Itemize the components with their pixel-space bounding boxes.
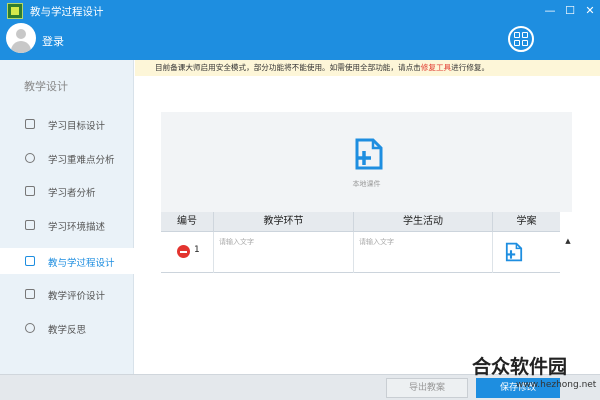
scroll-up-arrow-icon[interactable]: ▲ [563,236,573,246]
sidebar-item-reflection[interactable]: 教学反思 [0,315,134,341]
home-icon [25,220,35,230]
notice-text-end: 进行修复。 [451,63,490,72]
app-header: 登录 [0,22,600,60]
table-header: 编号 教学环节 学生活动 学案 [161,212,560,232]
sidebar-item-teaching-process[interactable]: 教与学过程设计 [0,248,134,274]
apps-grid-icon[interactable] [508,26,534,52]
sidebar-item-learner-analysis[interactable]: 学习者分析 [0,178,134,204]
table-row: 1 请输入文字 请输入文字 [161,232,560,273]
sidebar-item-evaluation[interactable]: 教学评价设计 [0,281,134,307]
star-icon [25,153,35,163]
local-courseware-upload[interactable]: 本地课件 [161,112,572,212]
col-number: 编号 [161,212,214,232]
sidebar-item-label: 教学评价设计 [48,291,106,302]
sidebar-item-label: 学习者分析 [48,188,96,199]
minimize-button[interactable]: — [540,2,560,20]
login-link[interactable]: 登录 [42,33,64,49]
sidebar-item-learning-goals[interactable]: 学习目标设计 [0,111,134,137]
sidebar-item-key-points[interactable]: 学习重难点分析 [0,145,134,171]
delete-row-icon[interactable] [177,245,190,258]
footer-bar: 导出教案 保存修改 [0,374,600,400]
sidebar-item-label: 教与学过程设计 [48,258,115,269]
sidebar: 教学设计 学习目标设计 学习重难点分析 学习者分析 学习环境描述 教与学过程设计… [0,60,134,374]
repair-tool-link[interactable]: 修复工具 [421,63,451,72]
sidebar-heading: 教学设计 [24,80,68,93]
student-activity-input[interactable]: 请输入文字 [354,232,493,273]
list-icon [25,256,35,266]
col-teaching-step: 教学环节 [214,212,354,232]
sidebar-item-label: 学习目标设计 [48,121,106,132]
student-activity-placeholder: 请输入文字 [359,238,394,246]
sidebar-item-label: 学习重难点分析 [48,155,115,166]
safe-mode-notice: 目前备课大师启用安全模式，部分功能将不能使用。如需使用全部功能，请点击修复工具进… [135,60,600,76]
window-title: 教与学过程设计 [30,6,104,18]
question-icon [25,323,35,333]
evaluation-icon [25,289,35,299]
chat-icon [25,186,35,196]
upload-label: 本地课件 [352,180,381,188]
col-study-plan: 学案 [516,216,537,227]
add-file-icon[interactable] [505,242,523,262]
edit-icon [25,119,35,129]
col-student-activity: 学生活动 [354,212,493,232]
notice-text: 目前备课大师启用安全模式，部分功能将不能使用。如需使用全部功能，请点击 [155,63,421,72]
sidebar-item-label: 学习环境描述 [48,222,106,233]
cell-study-plan [493,232,560,273]
row-number: 1 [194,245,200,255]
sidebar-item-label: 教学反思 [48,325,87,336]
export-lesson-plan-button[interactable]: 导出教案 [386,378,468,398]
save-changes-button[interactable]: 保存修改 [476,378,560,398]
teaching-step-placeholder: 请输入文字 [219,238,254,246]
sidebar-item-environment[interactable]: 学习环境描述 [0,212,134,238]
avatar[interactable] [6,23,36,53]
add-file-icon [355,138,383,170]
app-logo [7,3,23,19]
cell-number: 1 [161,232,214,273]
title-bar: 教与学过程设计 — ☐ ✕ [0,0,600,22]
close-button[interactable]: ✕ [580,2,600,20]
teaching-step-input[interactable]: 请输入文字 [214,232,354,273]
maximize-button[interactable]: ☐ [560,2,580,20]
